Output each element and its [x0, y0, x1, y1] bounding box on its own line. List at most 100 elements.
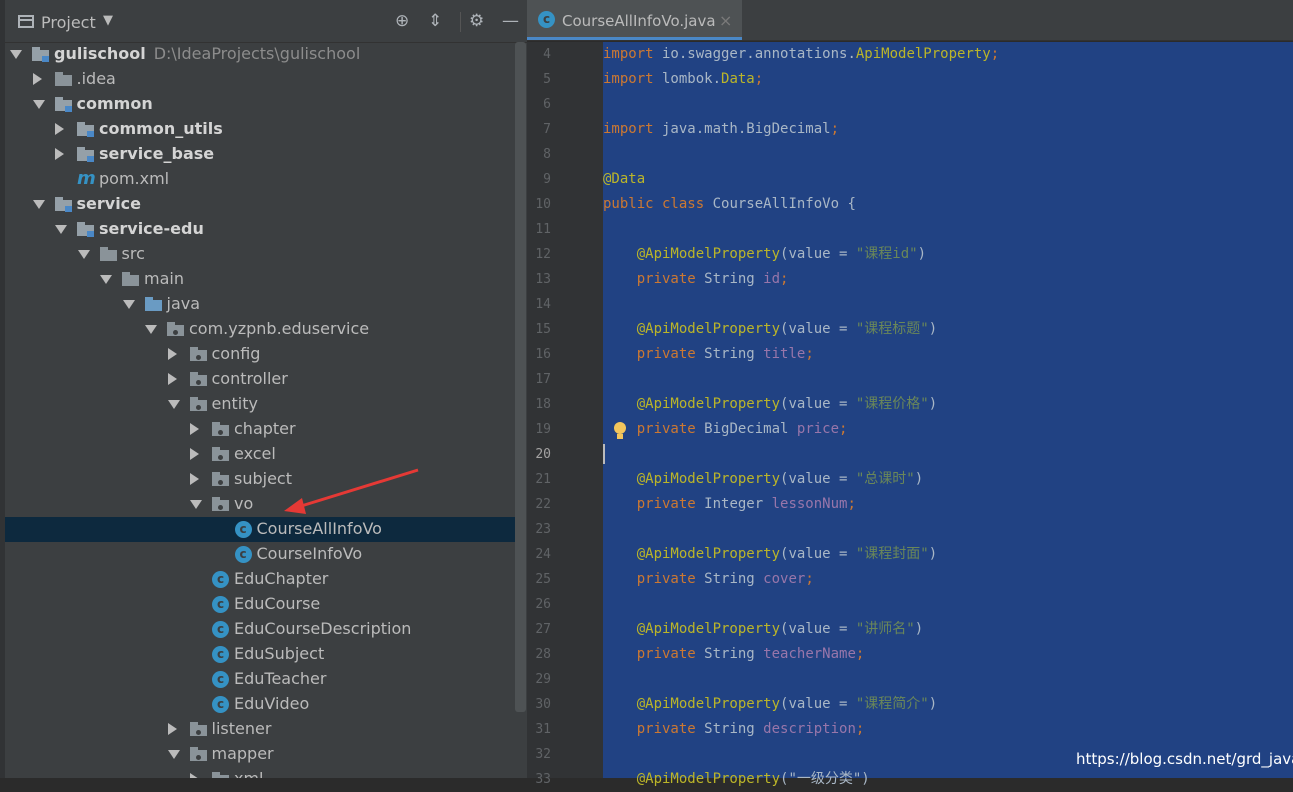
expanded-arrow-icon[interactable] — [32, 100, 45, 109]
project-panel-title[interactable]: Project — [41, 13, 96, 32]
code-token: ) — [928, 696, 938, 712]
collapsed-arrow-icon[interactable] — [190, 773, 199, 778]
package-folder-icon — [212, 772, 229, 778]
tree-item-label: EduCourse — [234, 594, 321, 613]
tree-item-label: gulischool D:\IdeaProjects\gulischool — [54, 44, 361, 63]
tree-item-educourse[interactable]: c EduCourse — [5, 592, 525, 617]
code-token: @ApiModelProperty — [636, 321, 781, 337]
tab-course-all-info-vo[interactable]: c CourseAllInfoVo.java × — [527, 0, 742, 40]
class-icon: c — [212, 696, 229, 713]
collapsed-arrow-icon[interactable] — [190, 423, 199, 435]
collapsed-arrow-icon[interactable] — [55, 123, 64, 135]
tree-item-eduvideo[interactable]: c EduVideo — [5, 692, 525, 717]
code-token: @ApiModelProperty — [636, 771, 781, 787]
tree-item-edusubject[interactable]: c EduSubject — [5, 642, 525, 667]
module-folder-icon — [32, 47, 49, 62]
tree-item-label: controller — [211, 369, 288, 388]
tree-item-service-edu[interactable]: service-edu — [5, 217, 525, 242]
expanded-arrow-icon[interactable] — [190, 500, 202, 509]
tree-item-label: xml — [234, 769, 264, 778]
expanded-arrow-icon[interactable] — [167, 750, 180, 759]
tree-item-courseinfovo[interactable]: c CourseInfoVo — [5, 542, 525, 567]
collapsed-arrow-icon[interactable] — [190, 473, 199, 485]
code-token: description — [763, 721, 856, 737]
line-number: 12 — [535, 247, 551, 262]
code-token: ) — [928, 546, 938, 562]
code-token: Data — [721, 71, 755, 87]
module-folder-icon — [54, 97, 72, 112]
tree-item-service[interactable]: service — [5, 192, 525, 217]
tree-item-educhapter[interactable]: c EduChapter — [5, 567, 525, 592]
tree-item-courseallinfovo[interactable]: c CourseAllInfoVo — [5, 517, 525, 542]
code-token: private — [636, 571, 696, 587]
tree-item-vo[interactable]: vo — [5, 492, 525, 517]
collapsed-arrow-icon[interactable] — [190, 448, 199, 460]
code-token: ApiModelProperty — [855, 46, 991, 62]
tree-item-controller[interactable]: controller — [5, 367, 525, 392]
module-folder-icon — [77, 122, 94, 137]
collapsed-arrow-icon[interactable] — [167, 723, 177, 735]
expanded-arrow-icon[interactable] — [122, 300, 135, 309]
expanded-arrow-icon[interactable] — [167, 400, 180, 409]
tree-item-com-yzpnb-eduservice[interactable]: com.yzpnb.eduservice — [5, 317, 525, 342]
collapsed-arrow-icon[interactable] — [167, 373, 177, 385]
collapsed-arrow-icon[interactable] — [167, 348, 177, 360]
tree-item-src[interactable]: src — [5, 242, 525, 267]
tree-item-educoursedescription[interactable]: c EduCourseDescription — [5, 617, 525, 642]
tree-item-xml[interactable]: xml — [5, 767, 525, 778]
tree-item-config[interactable]: config — [5, 342, 525, 367]
code-token: java.math.BigDecimal — [653, 121, 831, 137]
locate-icon[interactable]: ⊕ — [395, 11, 409, 31]
tree-item-eduteacher[interactable]: c EduTeacher — [5, 667, 525, 692]
tree-item-gulischool[interactable]: gulischool D:\IdeaProjects\gulischool — [5, 42, 525, 67]
tree-item-mapper[interactable]: mapper — [5, 742, 525, 767]
expanded-arrow-icon[interactable] — [32, 200, 45, 209]
tree-item-label: service — [76, 194, 142, 213]
collapsed-arrow-icon[interactable] — [55, 148, 64, 160]
expanded-arrow-icon[interactable] — [10, 50, 22, 59]
collapse-all-icon[interactable]: ⇕ — [428, 11, 442, 31]
hide-panel-icon[interactable]: — — [502, 11, 519, 31]
expanded-arrow-icon[interactable] — [77, 250, 90, 259]
tree-item-label: EduCourseDescription — [234, 619, 412, 638]
tree-scrollbar[interactable] — [515, 42, 526, 712]
tree-item-main[interactable]: main — [5, 267, 525, 292]
code-editor[interactable]: import io.swagger.annotations.ApiModelPr… — [603, 42, 1293, 787]
lightbulb-icon[interactable] — [613, 422, 627, 440]
code-token: String — [695, 346, 764, 362]
code-token: Integer — [695, 496, 772, 512]
expanded-arrow-icon[interactable] — [145, 325, 157, 334]
tree-item-common-utils[interactable]: common_utils — [5, 117, 525, 142]
line-number: 24 — [535, 547, 551, 562]
maven-icon: m — [77, 168, 96, 189]
collapsed-arrow-icon[interactable] — [32, 73, 42, 85]
tree-item-entity[interactable]: entity — [5, 392, 525, 417]
code-line: @ApiModelProperty(value = "课程标题") — [603, 317, 937, 342]
tree-item-label: .idea — [76, 69, 116, 88]
tree-item-chapter[interactable]: chapter — [5, 417, 525, 442]
close-icon[interactable]: × — [719, 11, 732, 30]
code-token: "课程简介" — [855, 696, 929, 712]
tree-item-label: service-edu — [99, 219, 204, 238]
tree-item-label: vo — [234, 494, 254, 513]
expanded-arrow-icon[interactable] — [100, 275, 112, 284]
tree-item-java[interactable]: java — [5, 292, 525, 317]
tree-item-label: main — [144, 269, 184, 288]
tree-item-pom-xml[interactable]: m pom.xml — [5, 167, 525, 192]
code-token: @ApiModelProperty — [636, 546, 781, 562]
tree-item-excel[interactable]: excel — [5, 442, 525, 467]
tree-item-service-base[interactable]: service_base — [5, 142, 525, 167]
tree-item-common[interactable]: common — [5, 92, 525, 117]
tree-item-listener[interactable]: listener — [5, 717, 525, 742]
code-token: ) — [928, 321, 938, 337]
code-line: import io.swagger.annotations.ApiModelPr… — [603, 42, 999, 67]
expanded-arrow-icon[interactable] — [55, 225, 67, 234]
gear-icon[interactable]: ⚙ — [469, 11, 484, 31]
folder-icon — [54, 72, 72, 86]
code-line: @ApiModelProperty(value = "总课时") — [603, 467, 923, 492]
tree-item-idea[interactable]: .idea — [5, 67, 525, 92]
chevron-down-icon[interactable]: ▼ — [103, 13, 113, 28]
tree-item-subject[interactable]: subject — [5, 467, 525, 492]
